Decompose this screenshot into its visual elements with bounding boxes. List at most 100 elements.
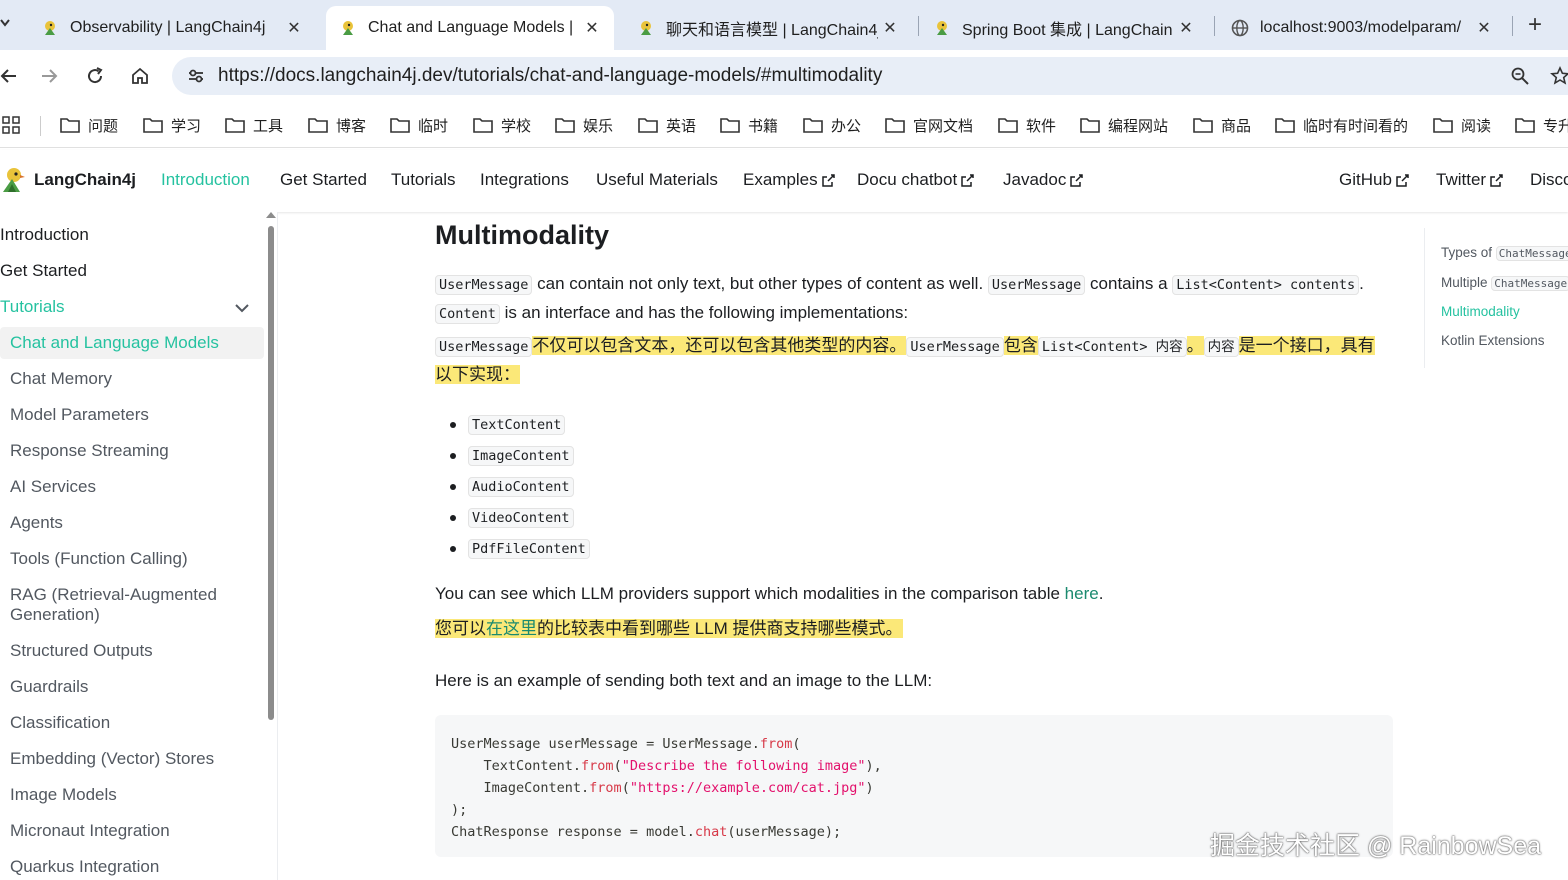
- brand-link[interactable]: LangChain4j: [0, 166, 136, 194]
- text: is an interface and has the following im…: [499, 303, 909, 322]
- tab-title: localhost:9003/modelparam/: [1260, 19, 1462, 36]
- site-settings-icon[interactable]: [184, 64, 208, 88]
- scroll-up-arrow-icon[interactable]: [266, 212, 276, 218]
- sidebar-item-micronaut[interactable]: Micronaut Integration: [10, 821, 170, 841]
- bookmark-folder[interactable]: 官网文档: [885, 114, 973, 136]
- sidebar-item-rag-line2[interactable]: Generation): [10, 605, 100, 625]
- nav-twitter[interactable]: Twitter: [1436, 170, 1503, 190]
- nav-introduction[interactable]: Introduction: [161, 170, 250, 190]
- sidebar-category-tutorials[interactable]: Tutorials: [0, 297, 65, 317]
- apps-grid-icon[interactable]: [2, 114, 28, 136]
- nav-useful-materials[interactable]: Useful Materials: [596, 170, 718, 190]
- sidebar-item-model-parameters[interactable]: Model Parameters: [10, 405, 149, 425]
- sidebar-item-quarkus[interactable]: Quarkus Integration: [10, 857, 159, 877]
- home-icon[interactable]: [124, 60, 156, 92]
- toc-item-types[interactable]: Types of ChatMessage: [1441, 245, 1568, 261]
- sidebar-item-structured-outputs[interactable]: Structured Outputs: [10, 641, 153, 661]
- code-text: (userMessage);: [727, 824, 842, 840]
- sidebar-item-guardrails[interactable]: Guardrails: [10, 677, 88, 697]
- nav-get-started[interactable]: Get Started: [280, 170, 367, 190]
- sidebar-item-response-streaming[interactable]: Response Streaming: [10, 441, 169, 461]
- close-tab-icon[interactable]: ✕: [878, 18, 902, 38]
- reload-icon[interactable]: [79, 60, 111, 92]
- nav-integrations[interactable]: Integrations: [480, 170, 569, 190]
- bookmark-folder[interactable]: 问题: [60, 114, 118, 136]
- sidebar-item-get-started[interactable]: Get Started: [0, 261, 87, 281]
- list-item: ImageContent: [448, 443, 590, 474]
- folder-icon: [143, 118, 163, 133]
- forward-arrow-icon[interactable]: [34, 60, 66, 92]
- sidebar-item-chat-memory[interactable]: Chat Memory: [10, 369, 112, 389]
- external-link-icon: [1070, 173, 1084, 187]
- bookmark-folder[interactable]: 博客: [308, 114, 366, 136]
- inline-code: 内容: [1203, 337, 1239, 357]
- close-tab-icon[interactable]: ✕: [282, 18, 306, 38]
- bookmark-folder[interactable]: 阅读: [1433, 114, 1491, 136]
- sidebar-item-tools[interactable]: Tools (Function Calling): [10, 549, 188, 569]
- bookmark-folder[interactable]: 临时: [390, 114, 448, 136]
- bookmark-folder[interactable]: 商品: [1193, 114, 1251, 136]
- nav-examples[interactable]: Examples: [743, 170, 835, 190]
- zoom-magnifier-icon[interactable]: [1508, 64, 1532, 88]
- bookmark-folder[interactable]: 工具: [225, 114, 283, 136]
- close-tab-icon[interactable]: ✕: [580, 18, 604, 38]
- sidebar-item-introduction[interactable]: Introduction: [0, 225, 89, 245]
- sidebar-item-agents[interactable]: Agents: [10, 513, 63, 533]
- list-item: VideoContent: [448, 505, 590, 536]
- nav-discord[interactable]: Disco: [1530, 170, 1568, 190]
- globe-icon: [1230, 18, 1250, 38]
- sidebar-item-classification[interactable]: Classification: [10, 713, 110, 733]
- bookmark-folder[interactable]: 书籍: [720, 114, 778, 136]
- browser-tab[interactable]: Spring Boot 集成 | LangChain ✕: [920, 6, 1208, 50]
- sidebar-item-embedding-stores[interactable]: Embedding (Vector) Stores: [10, 749, 214, 769]
- browser-tab[interactable]: 聊天和语言模型 | LangChain4j ✕: [624, 6, 912, 50]
- here-link[interactable]: here: [1065, 584, 1099, 603]
- sidebar-item-ai-services[interactable]: AI Services: [10, 477, 96, 497]
- bookmark-star-icon[interactable]: [1548, 64, 1568, 88]
- back-arrow-icon[interactable]: [0, 60, 24, 92]
- bookmark-folder[interactable]: 软件: [998, 114, 1056, 136]
- parrot-favicon-icon: [636, 18, 656, 38]
- inline-code: List<Content> 内容: [1037, 337, 1187, 357]
- toc-item-multimodality[interactable]: Multimodality: [1441, 304, 1520, 319]
- bookmark-folder[interactable]: 编程网站: [1080, 114, 1168, 136]
- sidebar-item-chat-and-language-models[interactable]: Chat and Language Models: [10, 333, 219, 353]
- code-text: TextContent.: [451, 758, 582, 774]
- sidebar-item-image-models[interactable]: Image Models: [10, 785, 117, 805]
- code-text: ): [865, 780, 874, 796]
- nav-javadoc[interactable]: Javadoc: [1003, 170, 1084, 190]
- bookmark-folder[interactable]: 学校: [473, 114, 531, 136]
- toc-item-kotlin-extensions[interactable]: Kotlin Extensions: [1441, 333, 1545, 348]
- folder-icon: [473, 118, 493, 133]
- browser-tab[interactable]: localhost:9003/modelparam/ ✕: [1218, 6, 1506, 50]
- sidebar-item-rag[interactable]: RAG (Retrieval-Augmented: [10, 585, 217, 605]
- folder-icon: [390, 118, 410, 133]
- bookmark-folder[interactable]: 英语: [638, 114, 696, 136]
- new-tab-plus-icon[interactable]: +: [1522, 10, 1548, 40]
- address-bar[interactable]: https://docs.langchain4j.dev/tutorials/c…: [172, 57, 1568, 95]
- paragraph-content-types: UserMessage can contain not only text, b…: [435, 270, 1385, 328]
- tab-title: Observability | LangChain4j: [70, 19, 266, 36]
- bookmark-folder[interactable]: 学习: [143, 114, 201, 136]
- nav-docu-chatbot[interactable]: Docu chatbot: [857, 170, 974, 190]
- bookmark-folder[interactable]: 办公: [803, 114, 861, 136]
- folder-icon: [225, 118, 245, 133]
- bookmark-folder[interactable]: 专升: [1515, 114, 1568, 136]
- chevron-down-icon[interactable]: [232, 298, 252, 318]
- toc-item-multiple[interactable]: Multiple ChatMessage: [1441, 275, 1568, 291]
- close-tab-icon[interactable]: ✕: [1472, 18, 1496, 38]
- inline-code: PdfFileContent: [468, 539, 590, 559]
- bookmark-folder[interactable]: 娱乐: [555, 114, 613, 136]
- nav-github[interactable]: GitHub: [1339, 170, 1409, 190]
- nav-javadoc-label: Javadoc: [1003, 170, 1067, 189]
- nav-tutorials[interactable]: Tutorials: [391, 170, 456, 190]
- here-link-translation[interactable]: 在这里: [486, 619, 537, 638]
- tab-search-chevron-icon[interactable]: [0, 14, 10, 30]
- toc-text: Multiple: [1441, 275, 1492, 290]
- close-tab-icon[interactable]: ✕: [1174, 18, 1198, 38]
- sidebar-scrollbar-thumb[interactable]: [268, 226, 274, 720]
- url-text[interactable]: https://docs.langchain4j.dev/tutorials/c…: [218, 65, 882, 87]
- bookmark-folder[interactable]: 临时有时间看的: [1275, 114, 1408, 136]
- browser-tab-active[interactable]: Chat and Language Models | ✕: [326, 6, 614, 50]
- browser-tab[interactable]: Observability | LangChain4j ✕: [28, 6, 316, 50]
